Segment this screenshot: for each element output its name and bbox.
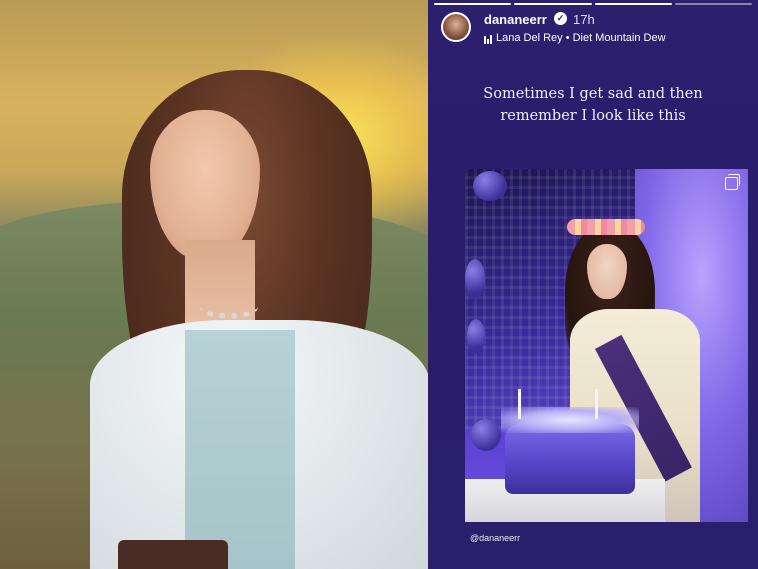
necklace: [200, 295, 258, 319]
progress-segment: [434, 3, 512, 5]
portrait-photo: [0, 0, 428, 569]
caption-line: remember I look like this: [500, 108, 686, 124]
progress-segment: [514, 3, 592, 5]
birthday-cake: [505, 424, 635, 494]
balloon: [473, 171, 507, 201]
shared-post-card[interactable]: [465, 169, 748, 522]
instagram-story[interactable]: dananeerr ✓ 17h Lana Del Rey • Diet Moun…: [428, 0, 758, 569]
balloon: [471, 419, 501, 451]
carousel-icon: [725, 174, 740, 190]
mention-tag[interactable]: @dananeerr: [470, 533, 520, 543]
progress-segment: [674, 3, 752, 5]
music-bars-icon: [484, 34, 494, 44]
username[interactable]: dananeerr: [484, 12, 547, 27]
story-timestamp: 17h: [573, 12, 595, 27]
verified-badge-icon: ✓: [554, 12, 567, 25]
story-caption: Sometimes I get sad and then remember I …: [468, 83, 718, 127]
caption-line: Sometimes I get sad and then: [483, 86, 703, 102]
music-info[interactable]: Lana Del Rey • Diet Mountain Dew: [496, 32, 666, 44]
candle: [518, 389, 521, 419]
flower-crown: [567, 219, 645, 235]
balloon: [465, 259, 485, 299]
balloon: [467, 319, 485, 353]
candle: [595, 389, 598, 419]
progress-segment: [594, 3, 672, 5]
cake-frosting: [501, 407, 639, 433]
blue-dress: [185, 330, 295, 569]
phone-in-hand: [118, 540, 228, 569]
avatar[interactable]: [441, 12, 471, 42]
story-progress-bar: [434, 3, 752, 5]
